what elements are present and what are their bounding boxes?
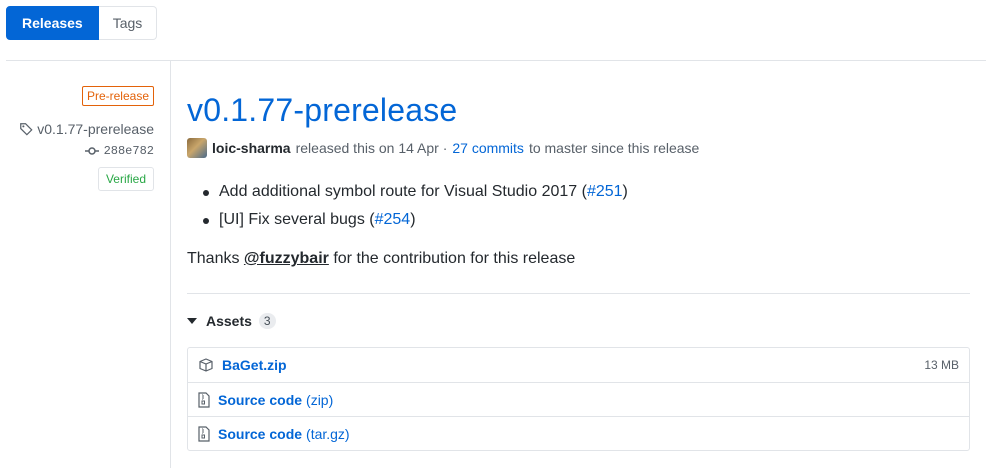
tab-tags[interactable]: Tags <box>98 6 158 40</box>
released-text: released this on 14 Apr · <box>295 140 448 156</box>
tag-icon <box>19 122 33 136</box>
release-title[interactable]: v0.1.77-prerelease <box>187 90 970 130</box>
assets-count: 3 <box>258 313 276 329</box>
caret-down-icon <box>187 318 197 324</box>
package-icon <box>198 357 214 373</box>
asset-name[interactable]: Source code <box>218 426 302 442</box>
asset-row[interactable]: Source code (zip) <box>188 382 969 416</box>
author-link[interactable]: loic-sharma <box>212 140 291 156</box>
tag-link[interactable]: v0.1.77-prerelease <box>0 121 154 137</box>
commit-sha: 288e782 <box>103 144 154 158</box>
user-mention[interactable]: @fuzzybair <box>244 250 329 267</box>
divider <box>187 293 970 294</box>
file-zip-icon <box>198 391 210 408</box>
asset-row[interactable]: Source code (tar.gz) <box>188 416 969 450</box>
asset-name[interactable]: Source code <box>218 392 302 408</box>
since-text: to master since this release <box>528 140 700 156</box>
issue-link[interactable]: #254 <box>375 211 411 228</box>
divider <box>6 60 986 61</box>
commits-link[interactable]: 27 commits <box>452 140 524 156</box>
git-commit-icon <box>84 146 99 156</box>
asset-size: 13 MB <box>924 358 959 372</box>
thanks-line: Thanks @fuzzybair for the contribution f… <box>187 247 970 271</box>
file-zip-icon <box>198 425 210 442</box>
assets-label: Assets <box>206 313 252 329</box>
tag-name: v0.1.77-prerelease <box>37 121 154 137</box>
issue-link[interactable]: #251 <box>587 183 623 200</box>
note-close: ) <box>622 183 628 200</box>
verified-badge[interactable]: Verified <box>97 167 154 191</box>
note-text: Add additional symbol route for Visual S… <box>219 183 587 200</box>
tab-releases[interactable]: Releases <box>6 6 99 40</box>
release-byline: loic-sharma released this on 14 Apr · 27… <box>187 138 970 158</box>
release-tabs: Releases Tags <box>6 6 158 40</box>
asset-ext[interactable]: (zip) <box>306 392 333 408</box>
thanks-suffix: for the contribution for this release <box>333 250 576 267</box>
assets-toggle[interactable]: Assets 3 <box>187 313 970 329</box>
list-item: Add additional symbol route for Visual S… <box>203 178 970 206</box>
avatar[interactable] <box>187 138 207 158</box>
asset-row[interactable]: BaGet.zip 13 MB <box>188 348 969 382</box>
release-meta: Pre-release v0.1.77-prerelease 288e782 V… <box>0 86 154 191</box>
note-close: ) <box>410 211 416 228</box>
asset-name[interactable]: BaGet.zip <box>222 357 287 373</box>
release-notes: Add additional symbol route for Visual S… <box>187 178 970 271</box>
commit-link[interactable]: 288e782 <box>0 144 154 158</box>
column-divider <box>170 60 171 468</box>
prerelease-badge: Pre-release <box>81 86 154 106</box>
asset-list: BaGet.zip 13 MB Source code (zip) Source… <box>187 347 970 451</box>
note-text: [UI] Fix several bugs ( <box>219 211 375 228</box>
thanks-prefix: Thanks <box>187 250 240 267</box>
release-body: v0.1.77-prerelease loic-sharma released … <box>187 90 970 451</box>
asset-ext[interactable]: (tar.gz) <box>306 426 350 442</box>
list-item: [UI] Fix several bugs (#254) <box>203 206 970 234</box>
